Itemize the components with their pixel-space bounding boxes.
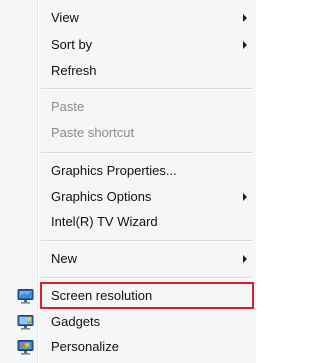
- menu-item-intel-tv-wizard[interactable]: Intel(R) TV Wizard: [0, 210, 256, 234]
- submenu-arrow-icon: [243, 14, 247, 22]
- menu-item-label: New: [51, 251, 78, 266]
- menu-item-label: Gadgets: [51, 314, 101, 329]
- menu-item-new[interactable]: New: [0, 247, 256, 271]
- menu-item-personalize[interactable]: Personalize: [0, 335, 256, 359]
- menu-item-label: Paste: [51, 99, 85, 114]
- submenu-arrow-icon: [243, 41, 247, 49]
- menu-item-label: Personalize: [51, 339, 119, 354]
- menu-item-label: Graphics Properties...: [51, 163, 177, 178]
- menu-item-refresh[interactable]: Refresh: [0, 59, 256, 83]
- menu-item-label: Refresh: [51, 63, 97, 78]
- menu-item-graphics-options[interactable]: Graphics Options: [0, 185, 256, 209]
- menu-item-gadgets[interactable]: Gadgets: [0, 310, 256, 334]
- personalize-icon: [17, 339, 34, 355]
- gadgets-icon: [17, 314, 34, 330]
- submenu-arrow-icon: [243, 255, 247, 263]
- menu-item-sort-by[interactable]: Sort by: [0, 33, 256, 57]
- menu-item-label: Graphics Options: [51, 189, 152, 204]
- menu-item-paste: Paste: [0, 95, 256, 119]
- menu-item-label: Intel(R) TV Wizard: [51, 214, 158, 229]
- screen-resolution-highlight-box: [40, 282, 254, 309]
- menu-item-paste-shortcut: Paste shortcut: [0, 121, 256, 145]
- menu-item-view[interactable]: View: [0, 6, 256, 30]
- desktop-context-menu: View Sort by Refresh Paste Paste shortcu…: [0, 0, 256, 363]
- menu-separator: [41, 152, 253, 154]
- menu-separator: [41, 277, 253, 279]
- submenu-arrow-icon: [243, 193, 247, 201]
- menu-item-label: Sort by: [51, 37, 93, 52]
- menu-separator: [41, 240, 253, 242]
- menu-separator: [41, 88, 253, 90]
- monitor-icon: [17, 288, 34, 304]
- menu-item-label: View: [51, 10, 79, 25]
- menu-item-label: Paste shortcut: [51, 125, 135, 140]
- menu-item-graphics-properties[interactable]: Graphics Properties...: [0, 159, 256, 183]
